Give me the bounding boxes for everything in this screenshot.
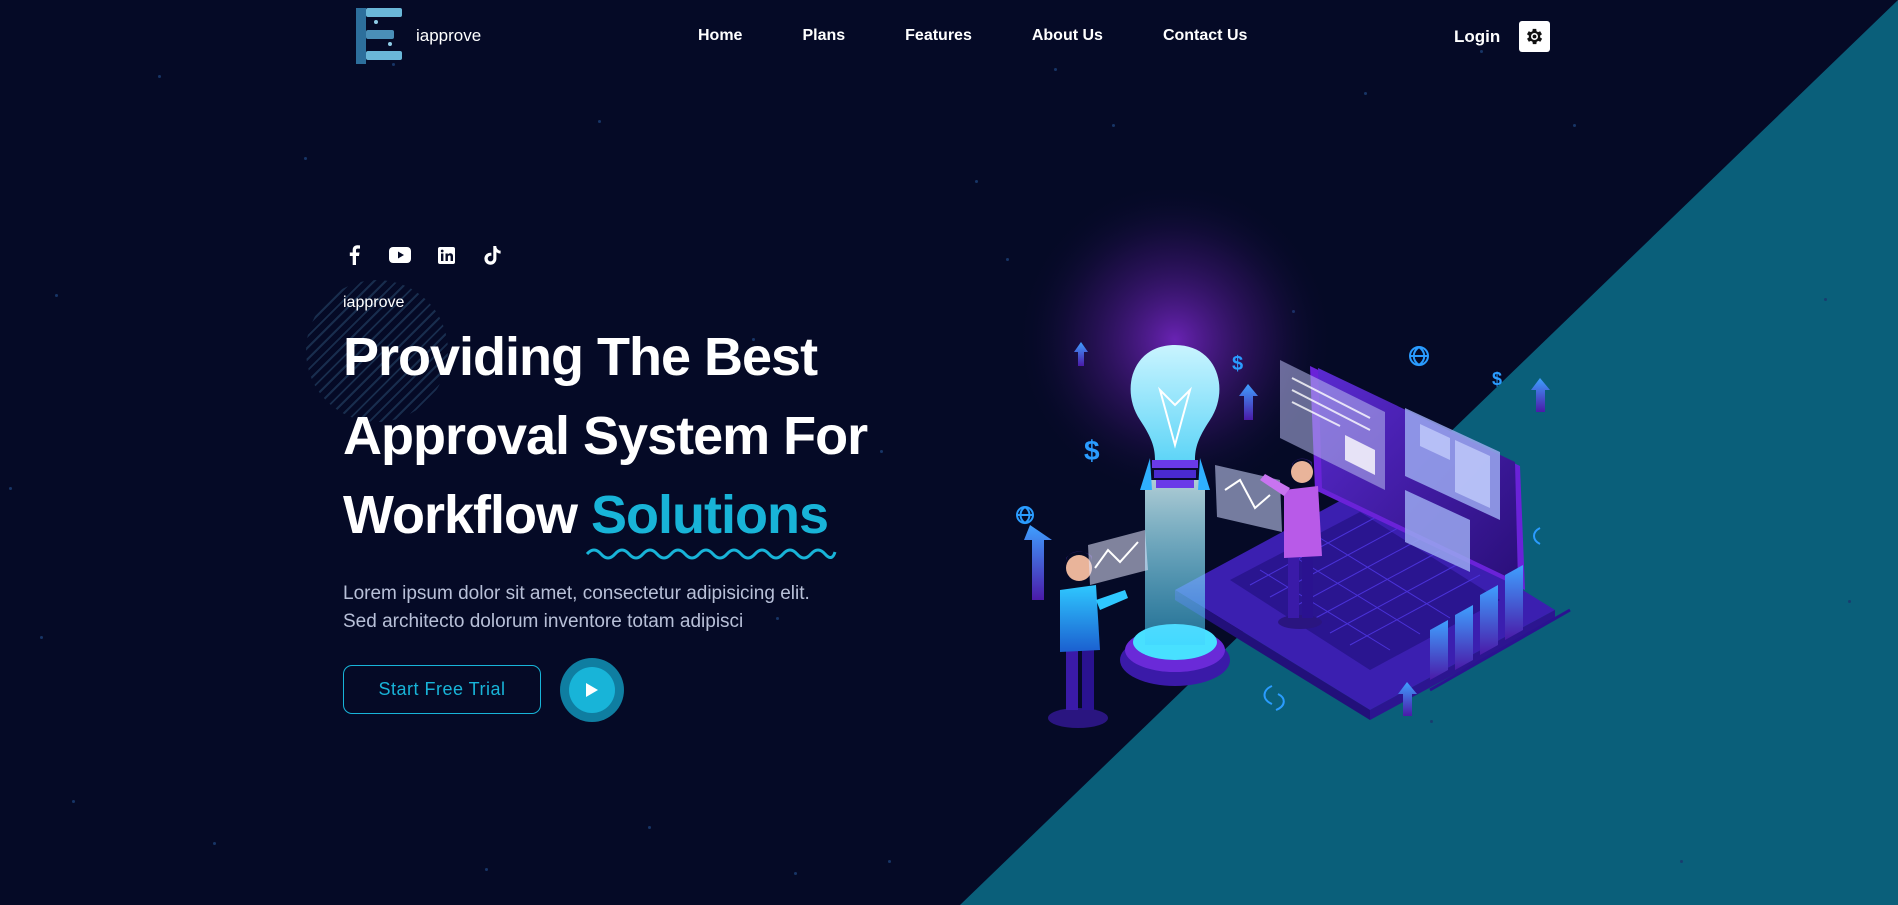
play-video-button[interactable]: [560, 658, 624, 722]
svg-text:$: $: [1492, 369, 1502, 389]
settings-button[interactable]: [1519, 21, 1550, 52]
facebook-icon[interactable]: [343, 244, 365, 266]
play-button-inner: [569, 667, 615, 713]
headline-accent: Solutions: [591, 485, 829, 545]
nav-contact-us[interactable]: Contact Us: [1163, 27, 1247, 45]
hero-illustration: $ $ $: [1015, 190, 1571, 728]
svg-text:$: $: [1232, 353, 1243, 375]
main-nav: Home Plans Features About Us Contact Us: [698, 27, 1247, 45]
nav-plans[interactable]: Plans: [802, 27, 845, 45]
site-header: iapprove Home Plans Features About Us Co…: [0, 0, 1898, 75]
headline-accent-wrap: Solutions: [585, 476, 837, 560]
linkedin-icon[interactable]: [435, 244, 457, 266]
youtube-icon[interactable]: [389, 244, 411, 266]
start-free-trial-button[interactable]: Start Free Trial: [343, 665, 541, 714]
nav-home[interactable]: Home: [698, 27, 742, 45]
social-links: [343, 244, 503, 266]
nav-about-us[interactable]: About Us: [1032, 27, 1103, 45]
description-line-1: Lorem ipsum dolor sit amet, consectetur …: [343, 583, 810, 604]
play-icon: [586, 683, 598, 697]
svg-text:$: $: [1084, 435, 1100, 466]
gear-icon: [1526, 28, 1543, 45]
brand-name: iapprove: [416, 26, 482, 45]
star-field: [0, 0, 1898, 905]
description-line-2: Sed architecto dolorum inventore totam a…: [343, 611, 744, 632]
logo-e-mark-icon: [356, 8, 402, 64]
hero-headline: Providing The Best Approval System For W…: [343, 318, 943, 560]
brand-logo[interactable]: iapprove: [356, 8, 481, 64]
tiktok-icon[interactable]: [481, 244, 503, 266]
headline-line-3: Workflow: [343, 485, 578, 545]
headline-line-1: Providing The Best: [343, 327, 818, 387]
squiggle-underline-icon: [585, 548, 837, 560]
headline-line-2: Approval System For: [343, 406, 868, 466]
nav-features[interactable]: Features: [905, 27, 972, 45]
hero-description: Lorem ipsum dolor sit amet, consectetur …: [343, 580, 903, 636]
login-link[interactable]: Login: [1454, 27, 1500, 47]
hero-eyebrow: iapprove: [343, 294, 405, 311]
